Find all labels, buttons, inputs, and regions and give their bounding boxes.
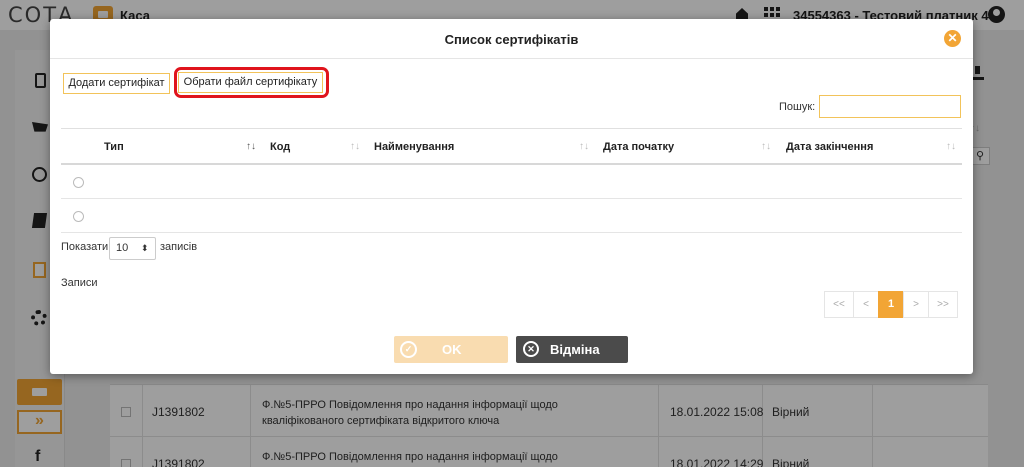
sort-icon[interactable]: ↑↓ [350,141,360,152]
row-radio[interactable] [73,177,84,188]
page-1-button[interactable]: 1 [878,291,904,318]
choose-certificate-file-button[interactable]: Обрати файл сертифікату [178,72,323,93]
table-row[interactable] [61,199,962,233]
select-arrows-icon: ⬍ [141,243,149,253]
column-header-end-date[interactable]: Дата закінчення [786,141,873,153]
ok-label: OK [442,342,462,357]
search-label: Пошук: [779,101,816,113]
page-length-label: Показати [61,241,109,253]
table-info: Записи [61,277,98,289]
cancel-button[interactable]: ✕ Відміна [516,336,628,363]
table-top-border [61,128,962,129]
next-page-button[interactable]: > [903,291,929,318]
table-row[interactable] [61,165,962,199]
column-header-start-date[interactable]: Дата початку [603,141,674,153]
certificates-dialog: Список сертифікатів ✕ Додати сертифікат … [50,19,973,374]
check-icon: ✓ [400,341,417,358]
close-icon[interactable]: ✕ [944,30,961,47]
page-length-suffix: записів [160,241,198,253]
cancel-label: Відміна [550,342,600,357]
sort-icon[interactable]: ↑↓ [946,141,956,152]
page-length-value: 10 [116,242,129,254]
first-page-button[interactable]: << [824,291,854,318]
search-input[interactable] [819,95,961,118]
row-radio[interactable] [73,211,84,222]
sort-icon[interactable]: ↑↓ [246,141,256,152]
last-page-button[interactable]: >> [928,291,958,318]
dialog-header: Список сертифікатів ✕ [50,19,973,59]
add-certificate-button[interactable]: Додати сертифікат [63,73,170,94]
ok-button[interactable]: ✓ OK [394,336,508,363]
sort-icon[interactable]: ↑↓ [579,141,589,152]
column-header-name[interactable]: Найменування [374,141,454,153]
column-header-code[interactable]: Код [270,141,290,153]
dialog-title: Список сертифікатів [444,32,579,47]
close-circle-icon: ✕ [523,341,539,357]
pagination: << < 1 > >> [824,291,958,318]
previous-page-button[interactable]: < [853,291,879,318]
sort-icon[interactable]: ↑↓ [761,141,771,152]
page-length-select[interactable]: 10 ⬍ [109,237,156,260]
column-header-type[interactable]: Тип [104,141,124,153]
